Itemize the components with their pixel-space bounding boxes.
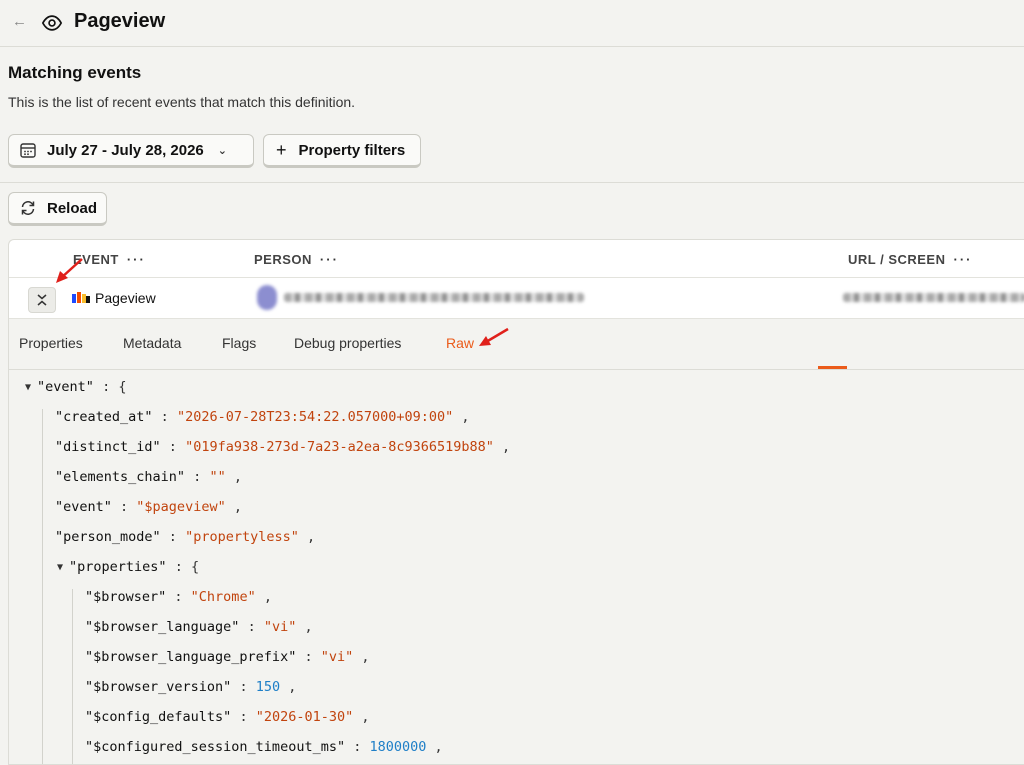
json-properties-line: ▼ "properties" : { — [57, 557, 199, 577]
tab-metadata[interactable]: Metadata — [123, 335, 181, 351]
tab-raw[interactable]: Raw — [446, 335, 474, 351]
json-line: "created_at" : "2026-07-28T23:54:22.0570… — [55, 409, 470, 425]
annotation-arrow — [56, 258, 83, 283]
tab-properties[interactable]: Properties — [19, 335, 83, 351]
column-header-person[interactable]: PERSON ··· — [254, 252, 339, 267]
collapse-triangle-icon[interactable]: ▼ — [25, 378, 31, 398]
column-header-url[interactable]: URL / SCREEN ··· — [848, 252, 973, 267]
tab-debug-properties[interactable]: Debug properties — [294, 335, 401, 351]
tab-flags[interactable]: Flags — [222, 335, 256, 351]
event-name[interactable]: Pageview — [95, 290, 156, 306]
chevron-collapse-icon — [37, 294, 47, 306]
collapse-triangle-icon[interactable]: ▼ — [57, 558, 63, 578]
calendar-icon — [20, 143, 36, 158]
json-line: "$browser_language" : "vi" , — [85, 619, 313, 635]
section-title: Matching events — [8, 63, 142, 82]
collapse-row-button[interactable] — [28, 287, 56, 313]
page-title: Pageview — [74, 10, 166, 32]
json-line: "$configured_session_timeout_ms" : 18000… — [85, 739, 443, 755]
url-redacted[interactable] — [843, 293, 1024, 302]
section-description: This is the list of recent events that m… — [8, 94, 356, 110]
reload-icon — [21, 201, 35, 215]
eye-icon — [41, 15, 63, 31]
tree-guide — [42, 409, 43, 764]
person-id-redacted[interactable] — [284, 293, 584, 302]
events-table: EVENT ··· PERSON ··· URL / SCREEN ··· Pagev… — [8, 239, 1024, 765]
json-line: "event" : "$pageview" , — [55, 499, 242, 515]
pageview-event-icon — [72, 292, 90, 303]
json-root-line: ▼ "event" : { — [25, 377, 126, 397]
json-line: "$browser_language_prefix" : "vi" , — [85, 649, 370, 665]
date-range-button[interactable]: July 27 - July 28, 2026 ⌄ — [8, 134, 254, 168]
person-avatar — [257, 285, 277, 310]
event-detail-panel: Properties Metadata Flags Debug properti… — [9, 319, 1024, 764]
column-menu-icon[interactable]: ··· — [320, 252, 339, 267]
json-line: "distinct_id" : "019fa938-273d-7a23-a2ea… — [55, 439, 511, 455]
reload-button[interactable]: Reload — [8, 192, 107, 226]
chevron-down-icon: ⌄ — [217, 144, 227, 157]
tree-guide — [72, 589, 73, 764]
column-menu-icon[interactable]: ··· — [954, 252, 973, 267]
active-tab-indicator — [818, 366, 847, 369]
date-range-label: July 27 - July 28, 2026 — [47, 141, 204, 159]
property-filters-label: Property filters — [298, 141, 406, 159]
annotation-arrow — [479, 327, 509, 346]
plus-icon: + — [276, 139, 287, 160]
reload-label: Reload — [47, 199, 98, 217]
arrow-left-icon[interactable]: ← — [12, 13, 27, 30]
json-line: "person_mode" : "propertyless" , — [55, 529, 316, 545]
column-menu-icon[interactable]: ··· — [127, 252, 146, 267]
json-line: "elements_chain" : "" , — [55, 469, 242, 485]
divider — [0, 182, 1024, 183]
detail-tabs: Properties Metadata Flags Debug properti… — [9, 319, 1024, 370]
property-filters-button[interactable]: + Property filters — [263, 134, 421, 168]
header-separator — [9, 277, 1024, 278]
page-header: ← Pageview — [0, 0, 1024, 47]
json-line: "$config_defaults" : "2026-01-30" , — [85, 709, 370, 725]
json-line: "$browser" : "Chrome" , — [85, 589, 272, 605]
json-line: "$browser_version" : 150 , — [85, 679, 297, 695]
